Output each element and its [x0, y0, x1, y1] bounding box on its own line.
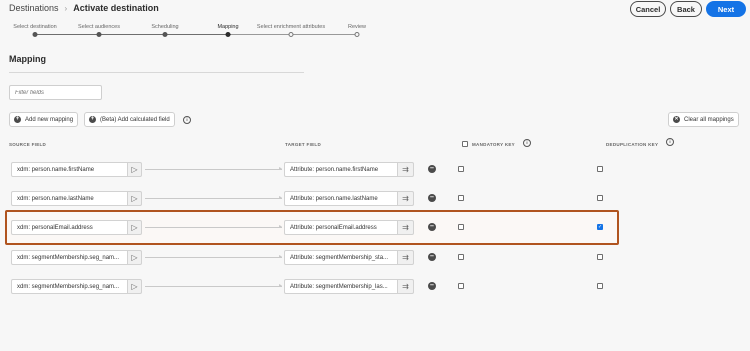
mapping-tree-icon[interactable]: ⇉	[398, 250, 414, 265]
breadcrumb-destinations-link[interactable]: Destinations	[9, 3, 59, 13]
add-calculated-field-label: (Beta) Add calculated field	[100, 116, 170, 123]
step-review: Review	[347, 24, 367, 30]
column-header-source: SOURCE FIELD	[9, 142, 47, 147]
cursor-arrow-icon[interactable]: ▷	[128, 220, 142, 235]
step-select-destination: Select destination	[13, 24, 57, 30]
step-dot-3	[162, 31, 168, 37]
filter-fields-input[interactable]	[9, 85, 102, 100]
dedup-key-checkbox[interactable]	[597, 283, 603, 289]
dedup-key-checkbox[interactable]	[597, 166, 603, 172]
minus-circle-icon[interactable]: –	[428, 282, 436, 290]
breadcrumb-separator: ›	[64, 4, 68, 13]
breadcrumb-current: Activate destination	[73, 3, 159, 13]
step-dot-4	[225, 31, 231, 37]
clear-all-mappings-button[interactable]: ✕ Clear all mappings	[668, 112, 739, 127]
step-select-audiences: Select audiences	[78, 24, 120, 30]
mandatory-key-checkbox[interactable]	[458, 224, 464, 230]
breadcrumb: Destinations › Activate destination	[9, 3, 159, 13]
stepper-track-todo	[231, 34, 358, 35]
mapping-tree-icon[interactable]: ⇉	[398, 191, 414, 206]
target-field-input[interactable]: Attribute: person.name.firstName	[284, 162, 398, 177]
info-icon[interactable]: i	[523, 139, 531, 147]
source-field-input[interactable]: xdm: person.name.lastName	[11, 191, 128, 206]
cursor-arrow-icon[interactable]: ▷	[128, 250, 142, 265]
plus-circle-icon: +	[14, 116, 21, 123]
source-field-input[interactable]: xdm: segmentMembership.seg_nam...	[11, 250, 128, 265]
step-dot-5	[288, 31, 294, 37]
back-button[interactable]: Back	[670, 1, 702, 17]
arrow-tip-icon: ▸	[279, 254, 283, 260]
minus-circle-icon[interactable]: –	[428, 194, 436, 202]
step-dot-1	[32, 31, 38, 37]
mapping-arrow	[145, 286, 282, 287]
plus-circle-icon: +	[89, 116, 96, 123]
mapping-tree-icon[interactable]: ⇉	[398, 220, 414, 235]
step-dot-2	[96, 31, 102, 37]
step-enrichment: Select enrichment attributes	[256, 24, 326, 30]
page-title: Mapping	[9, 54, 46, 64]
dedup-key-checkbox[interactable]: ✓	[597, 224, 603, 230]
cursor-arrow-icon[interactable]: ▷	[128, 279, 142, 294]
arrow-tip-icon: ▸	[279, 195, 283, 201]
cursor-arrow-icon[interactable]: ▷	[128, 191, 142, 206]
source-field-input[interactable]: xdm: segmentMembership.seg_nam...	[11, 279, 128, 294]
step-dot-6	[354, 31, 360, 37]
arrow-tip-icon: ▸	[279, 166, 283, 172]
column-header-mandatory: MANDATORY KEY	[472, 142, 515, 147]
target-field-input[interactable]: Attribute: person.name.lastName	[284, 191, 398, 206]
minus-circle-icon[interactable]: –	[428, 253, 436, 261]
mapping-tree-icon[interactable]: ⇉	[398, 162, 414, 177]
title-divider	[9, 72, 304, 73]
mapping-arrow	[145, 257, 282, 258]
mapping-arrow	[145, 198, 282, 199]
clear-all-mappings-label: Clear all mappings	[684, 116, 734, 123]
target-field-input[interactable]: Attribute: segmentMembership_sta...	[284, 250, 398, 265]
step-mapping: Mapping	[217, 24, 239, 30]
mandatory-key-select-all-checkbox[interactable]	[462, 141, 468, 147]
mapping-tree-icon[interactable]: ⇉	[398, 279, 414, 294]
target-field-input[interactable]: Attribute: segmentMembership_las...	[284, 279, 398, 294]
mandatory-key-checkbox[interactable]	[458, 195, 464, 201]
mandatory-key-checkbox[interactable]	[458, 283, 464, 289]
minus-circle-icon[interactable]: –	[428, 165, 436, 173]
minus-circle-icon[interactable]: –	[428, 223, 436, 231]
dedup-key-checkbox[interactable]	[597, 254, 603, 260]
arrow-tip-icon: ▸	[279, 224, 283, 230]
mandatory-key-checkbox[interactable]	[458, 254, 464, 260]
arrow-tip-icon: ▸	[279, 283, 283, 289]
mandatory-key-checkbox[interactable]	[458, 166, 464, 172]
info-icon[interactable]: i	[183, 116, 191, 124]
close-circle-icon: ✕	[673, 116, 680, 123]
next-button[interactable]: Next	[706, 1, 746, 17]
dedup-key-checkbox[interactable]	[597, 195, 603, 201]
cursor-arrow-icon[interactable]: ▷	[128, 162, 142, 177]
column-header-target: TARGET FIELD	[285, 142, 322, 147]
cancel-button[interactable]: Cancel	[630, 1, 666, 17]
column-header-dedup: DEDUPLICATION KEY	[606, 142, 659, 147]
source-field-input[interactable]: xdm: person.name.firstName	[11, 162, 128, 177]
add-calculated-field-button[interactable]: + (Beta) Add calculated field	[84, 112, 175, 127]
step-scheduling: Scheduling	[151, 24, 179, 30]
mapping-arrow	[145, 169, 282, 170]
info-icon[interactable]: i	[666, 138, 674, 146]
source-field-input[interactable]: xdm: personalEmail.address	[11, 220, 128, 235]
target-field-input[interactable]: Attribute: personalEmail.address	[284, 220, 398, 235]
add-new-mapping-label: Add new mapping	[25, 116, 74, 123]
stepper-track-done	[35, 34, 231, 36]
add-new-mapping-button[interactable]: + Add new mapping	[9, 112, 79, 127]
mapping-arrow	[145, 227, 282, 228]
